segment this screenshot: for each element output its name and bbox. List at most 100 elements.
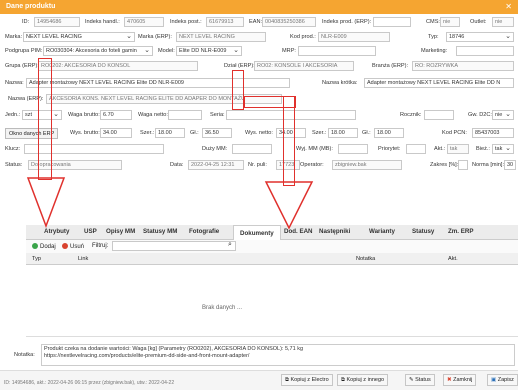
op-field: zbigniew.bak	[332, 160, 402, 170]
outlet-field: nie	[492, 17, 514, 27]
szer-n-field[interactable]: 18.00	[328, 128, 358, 138]
col-link[interactable]: Link	[78, 256, 88, 262]
handl-label: Indeks handl.:	[85, 19, 120, 25]
szer-b-label: Szer.:	[140, 130, 155, 136]
marka-select[interactable]: NEXT LEVEL RACING	[23, 32, 135, 42]
nazwa-field[interactable]: Adapter montażowy NEXT LEVEL RACING Elit…	[26, 78, 290, 88]
gl-b-field[interactable]: 36.50	[202, 128, 232, 138]
save-icon: ▣	[491, 377, 498, 383]
annotation-arrow-right-shaft-bottom	[283, 96, 295, 186]
post-field: 61679913	[206, 17, 244, 27]
pcn-label: Kod PCN:	[442, 130, 467, 136]
model-label: Model:	[158, 48, 175, 54]
netto-field[interactable]	[168, 110, 202, 120]
duzy-field[interactable]	[232, 144, 272, 154]
save-button[interactable]: ▣ Zapisz	[487, 374, 518, 386]
tab-fotografie[interactable]: Fotografie	[189, 228, 219, 235]
empty-message: Brak danych ...	[202, 305, 243, 311]
tab-warianty[interactable]: Warianty	[369, 228, 395, 235]
documents-grid-body: Brak danych ...	[26, 265, 518, 337]
dzial-label: Dział (ERP):	[224, 63, 255, 69]
biez-select[interactable]: tak	[492, 144, 514, 154]
gw-select[interactable]: nie	[492, 110, 514, 120]
prio-field[interactable]	[406, 144, 426, 154]
wys-b-field[interactable]: 34.00	[100, 128, 132, 138]
ean-label: EAN:	[249, 19, 263, 25]
note-label: Notatka:	[14, 352, 35, 358]
record-meta: ID: 14954686, akt.: 2022-04-26 06:15 prz…	[4, 380, 175, 386]
branza-label: Branża (ERP):	[372, 63, 409, 69]
add-icon	[32, 243, 38, 249]
klucz-label: Klucz:	[5, 146, 21, 152]
pim-label: Podgrupa PIM:	[5, 48, 43, 54]
note-line-2: https://nextlevelracing.com/products/eli…	[44, 353, 250, 359]
erp-label: Indeks prod. (ERP):	[322, 19, 372, 25]
zakres-label: Zakres [%]:	[430, 162, 459, 168]
col-notatka[interactable]: Notatka	[356, 256, 375, 262]
note-textarea[interactable]: Produkt czeka na dodanie wartości: Waga …	[41, 344, 515, 366]
gl-b-label: Gł.:	[190, 130, 199, 136]
copy-electro-button[interactable]: ⧉ Kopiuj z Electro	[281, 374, 333, 386]
add-button[interactable]: Dodaj	[32, 243, 56, 250]
col-typ[interactable]: Typ	[32, 256, 41, 262]
mrp-label: MRP:	[282, 48, 296, 54]
norma-field[interactable]: 30	[504, 160, 516, 170]
marka-erp-label: Marka (ERP):	[138, 34, 172, 40]
rocznik-field[interactable]	[424, 110, 454, 120]
zakres-field[interactable]	[458, 160, 468, 170]
tab-statusy[interactable]: Statusy	[412, 228, 434, 235]
status-button[interactable]: ✎ Status	[405, 374, 435, 386]
mkt-label: Marketing:	[421, 48, 448, 54]
akt-field: tak	[447, 144, 469, 154]
gl-n-field[interactable]: 18.00	[374, 128, 404, 138]
krotka-field[interactable]: Adapter montażowy NEXT LEVEL RACING Elit…	[364, 78, 514, 88]
brutto-field[interactable]: 6.70	[100, 110, 132, 120]
erp-field[interactable]	[373, 17, 411, 27]
mkt-field[interactable]	[456, 46, 514, 56]
window-titlebar: Dane produktu	[0, 0, 518, 14]
close-icon[interactable]: ✕	[505, 2, 512, 11]
pim-select[interactable]: RO030304: Akcesoria do foteli gamin	[43, 46, 153, 56]
annotation-arrow-left-shaft	[38, 58, 52, 180]
dzial-field: RO02: KONSOLE I AKCESORIA	[254, 61, 354, 71]
note-line-1: Produkt czeka na dodanie wartości: Waga …	[44, 346, 304, 352]
nazwa-label: Nazwa:	[5, 80, 24, 86]
seria-label: Seria:	[210, 112, 225, 118]
jedn-label: Jedn.:	[5, 112, 21, 118]
pcn-field[interactable]: 85437003	[472, 128, 514, 138]
col-akt[interactable]: Akt.	[448, 256, 458, 262]
mrp-field[interactable]	[298, 46, 376, 56]
tab-usp[interactable]: USP	[84, 228, 97, 235]
duzy-label: Duży MM:	[202, 146, 228, 152]
marka-label: Marka:	[5, 34, 23, 40]
szer-b-field[interactable]: 18.00	[155, 128, 185, 138]
kod-label: Kod prod.:	[290, 34, 316, 40]
copy-other-button[interactable]: ⧉ Kopiuj z innego	[337, 374, 389, 386]
tab-zm-erp[interactable]: Zm. ERP	[448, 228, 473, 235]
annotation-arrow-right-shaft-top	[232, 70, 244, 110]
cms-field: nie	[440, 17, 460, 27]
filter-label: Filtruj:	[92, 243, 109, 249]
tab-opisy-mm[interactable]: Opisy MM	[106, 228, 135, 235]
brutto-label: Waga brutto:	[68, 112, 100, 118]
gl-n-label: Gł.:	[362, 130, 371, 136]
filter-input[interactable]	[112, 241, 236, 251]
close-button[interactable]: ✖ Zamknij	[443, 374, 477, 386]
tab-nastepniki[interactable]: Następniki	[319, 228, 350, 235]
typ-select[interactable]: 18746	[446, 32, 514, 42]
branza-field: RO: ROZRYWKA	[412, 61, 514, 71]
ean-field: 0040835250386	[262, 17, 316, 27]
biez-label: Bież.:	[476, 146, 490, 152]
nr-label: Nr. puli:	[248, 162, 267, 168]
wys-b-label: Wys. brutto:	[70, 130, 100, 136]
krotka-label: Nazwa krótka:	[322, 80, 358, 86]
tab-statusy-mm[interactable]: Statusy MM	[143, 228, 177, 235]
search-icon[interactable]: ⌕	[228, 241, 232, 249]
rocznik-label: Rocznik:	[400, 112, 422, 118]
wyj-field[interactable]	[338, 144, 368, 154]
akt-label: Akt.:	[434, 146, 446, 152]
data-label: Data:	[170, 162, 184, 168]
remove-button[interactable]: Usuń	[62, 243, 84, 250]
model-select[interactable]: Elite DD NLR-E009	[176, 46, 242, 56]
norma-label: Norma [min]:	[472, 162, 505, 168]
